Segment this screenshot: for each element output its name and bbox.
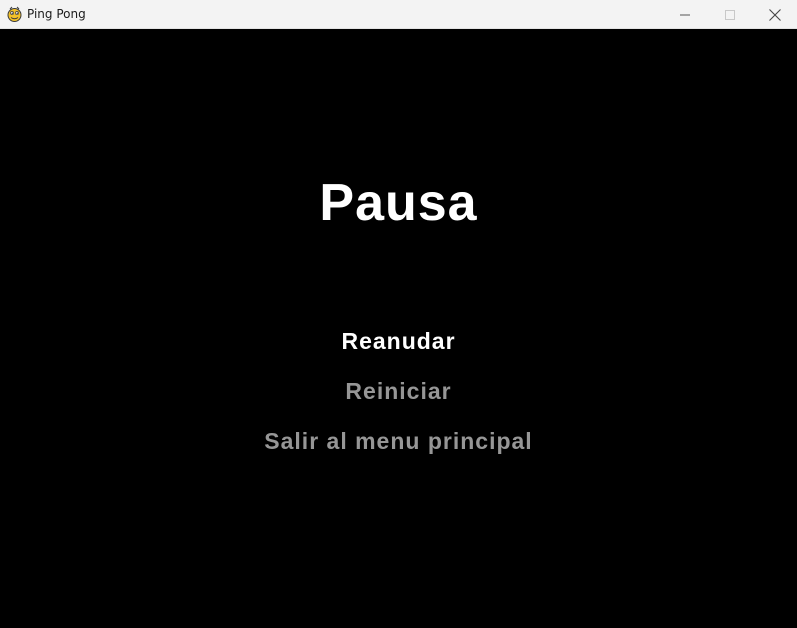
game-window: Ping Pong Pausa Reanudar Reiniciar Salir… [0, 0, 797, 628]
close-button[interactable] [752, 0, 797, 29]
minimize-button[interactable] [662, 0, 707, 29]
game-canvas[interactable]: Pausa Reanudar Reiniciar Salir al menu p… [0, 29, 797, 628]
pause-title: Pausa [319, 174, 478, 232]
menu-item-restart[interactable]: Reiniciar [0, 377, 797, 405]
maximize-button[interactable] [707, 0, 752, 29]
minimize-icon [679, 10, 690, 20]
pygame-snake-icon [7, 6, 22, 22]
maximize-icon [724, 9, 735, 20]
window-titlebar[interactable]: Ping Pong [0, 0, 797, 29]
window-title: Ping Pong [27, 7, 86, 21]
menu-item-resume[interactable]: Reanudar [0, 327, 797, 355]
menu-item-exit-to-main-menu[interactable]: Salir al menu principal [0, 427, 797, 455]
close-icon [768, 8, 781, 21]
